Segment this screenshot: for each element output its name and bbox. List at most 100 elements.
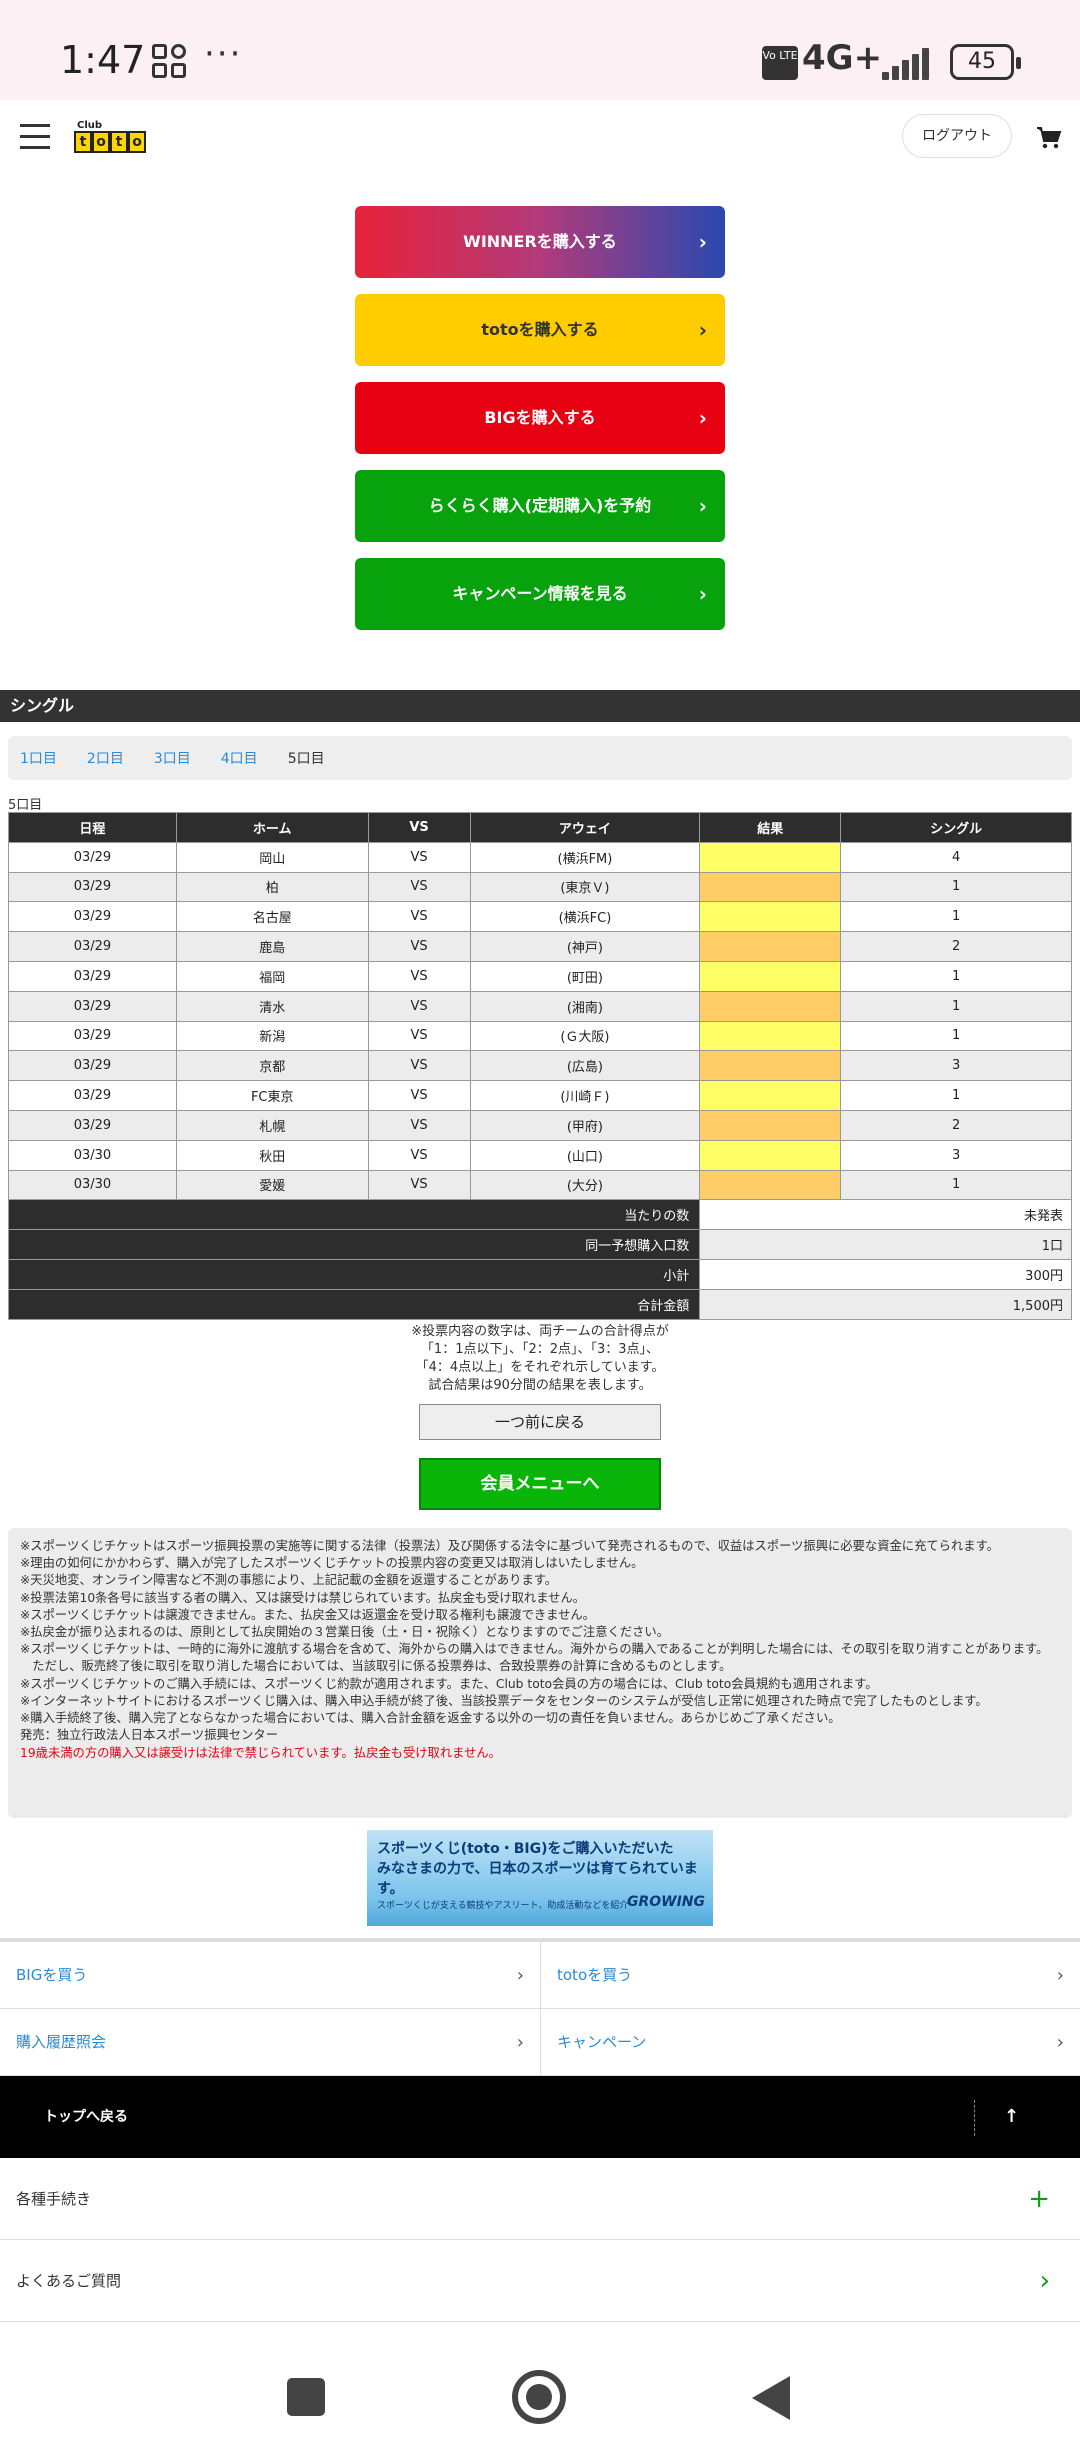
disclaimer-line: ※スポーツくじチケットは、一時的に海外に渡航する場合を含めて、海外からの購入はで… xyxy=(20,1642,1049,1674)
cell-result xyxy=(699,1050,842,1082)
cell-result xyxy=(699,990,842,1022)
tab-round-4[interactable]: 4口目 xyxy=(221,748,258,768)
tab-round-2[interactable]: 2口目 xyxy=(87,748,124,768)
battery-icon: 45 xyxy=(950,44,1021,80)
cell-vs: VS xyxy=(367,1020,471,1052)
cell-result xyxy=(699,901,842,933)
app-grid-icon xyxy=(152,44,188,80)
cell-home: 札幌 xyxy=(175,1109,369,1141)
member-menu-button[interactable]: 会員メニューへ xyxy=(419,1458,661,1510)
link-buy-big[interactable]: BIGを買う › xyxy=(0,1942,540,2009)
cell-date: 03/29 xyxy=(8,901,177,933)
site-header: Club t o t o ログアウト xyxy=(0,100,1080,178)
cell-away: (川崎Ｆ) xyxy=(469,1080,701,1111)
volte-badge: Vo LTE xyxy=(762,46,798,80)
cell-vs: VS xyxy=(367,990,471,1022)
status-time: 1:47 xyxy=(60,38,146,82)
link-campaign[interactable]: キャンペーン › xyxy=(540,2009,1080,2076)
cell-home: 新潟 xyxy=(175,1020,369,1052)
network-type: 4G+ xyxy=(802,38,883,78)
round-label: 5口目 xyxy=(8,798,43,813)
cell-single: 1 xyxy=(840,901,1072,933)
cell-vs: VS xyxy=(367,1080,471,1111)
cell-result xyxy=(699,841,842,873)
back-button[interactable]: 一つ前に戻る xyxy=(419,1404,661,1440)
col-header-date: 日程 xyxy=(8,812,177,843)
link-label: totoを買う xyxy=(557,1966,633,1984)
cell-date: 03/29 xyxy=(8,1020,177,1052)
cell-date: 03/30 xyxy=(8,1169,177,1201)
summary-label: 合計金額 xyxy=(7,1288,701,1320)
cell-date: 03/29 xyxy=(8,1109,177,1141)
banner-line: みなさまの力で、日本のスポーツは育てられています。 xyxy=(377,1861,698,1897)
cell-single: 1 xyxy=(840,871,1072,903)
reserve-subscription-button[interactable]: らくらく購入(定期購入)を予約 › xyxy=(355,470,725,542)
buy-toto-button[interactable]: totoを購入する › xyxy=(355,294,725,366)
logo-club-text: Club xyxy=(77,120,103,131)
table-row: 03/29 鹿島 VS (神戸) 2 xyxy=(8,931,1072,962)
logout-button[interactable]: ログアウト xyxy=(902,114,1012,158)
cell-home: 清水 xyxy=(175,990,369,1022)
logo-letter: o xyxy=(128,131,146,153)
recent-apps-icon[interactable] xyxy=(287,2378,325,2416)
cell-away: (神戸) xyxy=(469,931,701,962)
table-header-row: 日程 ホーム VS アウェイ 結果 シングル xyxy=(8,812,1072,843)
quick-links: BIGを買う › totoを買う › 購入履歴照会 › キャンペーン › xyxy=(0,1938,1080,2076)
club-toto-logo[interactable]: Club t o t o xyxy=(74,120,146,154)
signal-icon xyxy=(880,48,932,80)
summary-row: 小計 300円 xyxy=(7,1258,1072,1290)
procedures-row[interactable]: 各種手続き + xyxy=(0,2158,1080,2240)
cell-single: 1 xyxy=(840,990,1072,1022)
section-title: シングル xyxy=(0,690,1080,722)
cart-icon[interactable] xyxy=(1036,126,1062,150)
link-purchase-history[interactable]: 購入履歴照会 › xyxy=(0,2009,540,2076)
cell-date: 03/30 xyxy=(8,1139,177,1171)
table-row: 03/29 札幌 VS (甲府) 2 xyxy=(8,1109,1072,1141)
table-row: 03/30 秋田 VS (山口) 3 xyxy=(8,1139,1072,1171)
cell-vs: VS xyxy=(367,1050,471,1082)
tab-round-1[interactable]: 1口目 xyxy=(20,748,57,768)
plus-icon: + xyxy=(1028,2184,1050,2214)
back-icon[interactable] xyxy=(752,2376,790,2420)
more-dots-icon: ··· xyxy=(204,34,243,74)
chevron-right-icon: › xyxy=(1056,1965,1064,1986)
disclaimer-line: ※投票法第10条各号に該当する者の購入、又は譲受けは禁じられています。払戻金も受… xyxy=(20,1590,586,1605)
cell-vs: VS xyxy=(367,871,471,903)
buy-big-label: BIGを購入する xyxy=(484,408,596,427)
cell-home: 秋田 xyxy=(175,1139,369,1171)
summary-label: 当たりの数 xyxy=(7,1199,701,1231)
cell-home: 京都 xyxy=(175,1050,369,1082)
cell-home: 福岡 xyxy=(175,960,369,992)
faq-row[interactable]: よくあるご質問 › xyxy=(0,2240,1080,2322)
campaign-info-button[interactable]: キャンペーン情報を見る › xyxy=(355,558,725,630)
campaign-info-label: キャンペーン情報を見る xyxy=(452,584,628,603)
cell-home: 岡山 xyxy=(175,841,369,873)
age-warning: 19歳未満の方の購入又は譲受けは法律で禁じられています。払戻金も受け取れません。 xyxy=(20,1746,501,1761)
chevron-right-icon: › xyxy=(698,582,707,606)
link-buy-toto[interactable]: totoを買う › xyxy=(540,1942,1080,2009)
growing-banner[interactable]: スポーツくじ(toto・BIG)をご購入いただいた みなさまの力で、日本のスポー… xyxy=(367,1830,713,1926)
buy-winner-button[interactable]: WINNERを購入する › xyxy=(355,206,725,278)
home-icon[interactable] xyxy=(512,2370,566,2424)
cell-single: 1 xyxy=(840,1020,1072,1052)
col-header-single: シングル xyxy=(840,812,1072,843)
col-header-away: アウェイ xyxy=(469,812,701,843)
divider xyxy=(974,2100,975,2136)
banner-line: スポーツくじが支える競技やアスリート、助成活動などを紹介 xyxy=(377,1901,629,1911)
link-label: 購入履歴照会 xyxy=(16,2033,107,2051)
cell-home: 愛媛 xyxy=(175,1169,369,1201)
menu-icon[interactable] xyxy=(20,124,50,150)
table-row: 03/30 愛媛 VS (大分) 1 xyxy=(8,1169,1072,1201)
cell-result xyxy=(699,1169,842,1201)
banner-line: スポーツくじ(toto・BIG)をご購入いただいた xyxy=(377,1841,674,1857)
summary-label: 同一予想購入口数 xyxy=(7,1229,701,1260)
cell-date: 03/29 xyxy=(8,1080,177,1111)
tab-round-3[interactable]: 3口目 xyxy=(154,748,191,768)
table-row: 03/29 福岡 VS (町田) 1 xyxy=(8,960,1072,992)
cell-result xyxy=(699,1080,842,1111)
buy-toto-label: totoを購入する xyxy=(481,320,599,339)
back-to-top-bar[interactable]: トップへ戻る ↑ xyxy=(0,2076,1080,2158)
buy-big-button[interactable]: BIGを購入する › xyxy=(355,382,725,454)
cell-date: 03/29 xyxy=(8,960,177,992)
chevron-right-icon: › xyxy=(698,230,707,254)
